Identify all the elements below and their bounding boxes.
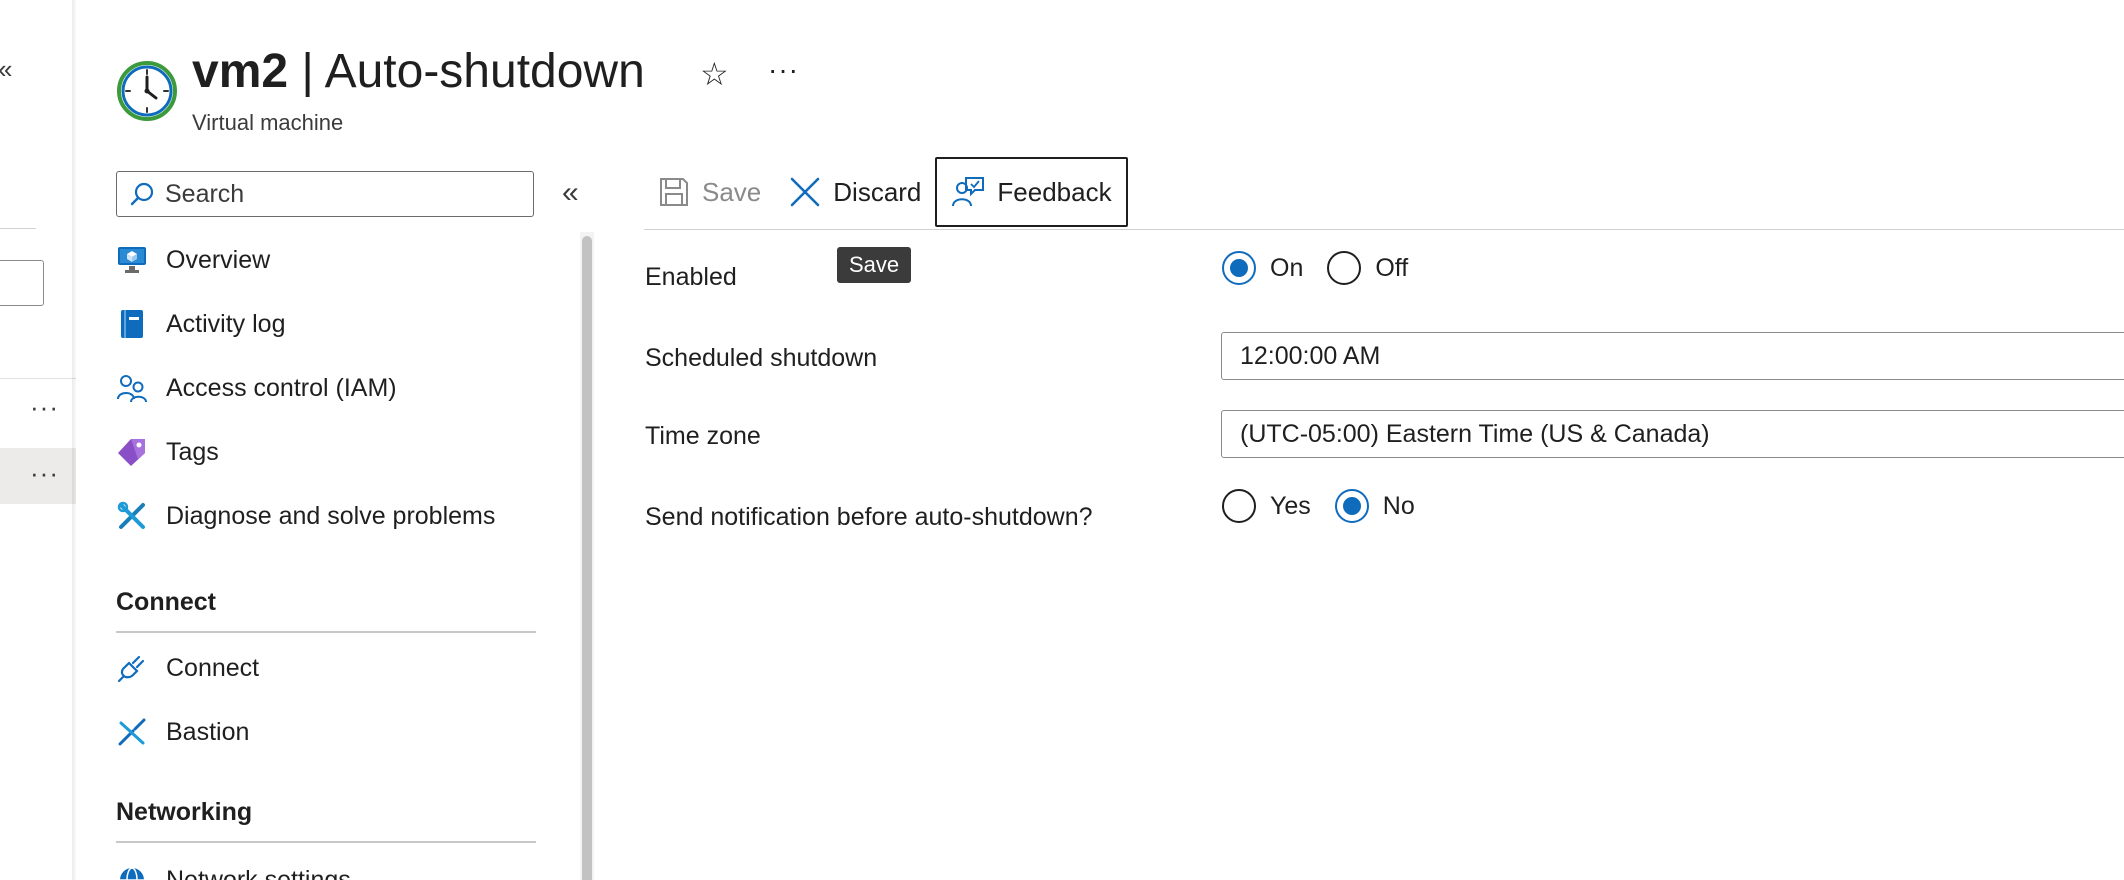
page-name: Auto-shutdown [324, 45, 645, 98]
menu-section-connect: Connect [116, 588, 216, 616]
tag-icon [116, 436, 148, 468]
save-label: Save [702, 176, 762, 207]
menu-item-access-control[interactable]: Access control (IAM) [116, 364, 536, 412]
enabled-off-radio[interactable]: Off [1327, 251, 1408, 285]
menu-item-label: Tags [166, 437, 219, 466]
radio-circle [1327, 251, 1362, 285]
clock-icon [116, 60, 178, 122]
menu-item-label: Network settings [166, 865, 351, 880]
enabled-radio-group: On Off [1222, 251, 1432, 285]
menu-search[interactable] [116, 171, 534, 217]
menu-item-network-settings[interactable]: Network settings [116, 856, 536, 880]
activity-log-book-icon [116, 308, 148, 340]
more-options-button[interactable]: ··· [768, 56, 799, 84]
background-panel: « ··· ··· [0, 0, 76, 880]
menu-item-diagnose[interactable]: Diagnose and solve problems [116, 492, 536, 540]
feedback-button[interactable]: Feedback [935, 157, 1128, 227]
feedback-person-icon [952, 177, 985, 207]
row-more-button[interactable]: ··· [30, 394, 59, 420]
time-zone-label: Time zone [645, 422, 761, 450]
menu-item-overview[interactable]: Overview [116, 236, 536, 284]
enabled-on-radio[interactable]: On [1222, 251, 1303, 285]
scheduled-shutdown-label: Scheduled shutdown [645, 344, 878, 372]
radio-label: Yes [1270, 491, 1311, 520]
menu-item-tags[interactable]: Tags [116, 428, 536, 476]
auto-shutdown-blade: vm2 | Auto-shutdown Virtual machine ☆ ··… [76, 0, 2124, 880]
feedback-label: Feedback [997, 176, 1112, 207]
menu-item-label: Diagnose and solve problems [166, 501, 496, 530]
background-collapse-button[interactable]: « [0, 56, 12, 82]
background-list-row-selected[interactable]: ··· [0, 448, 76, 504]
notification-radio-group: Yes No [1222, 489, 1439, 523]
favorite-star-icon[interactable]: ☆ [700, 58, 729, 90]
menu-item-connect[interactable]: Connect [116, 644, 536, 692]
scheduled-shutdown-field[interactable] [1221, 332, 2124, 380]
title-separator: | [288, 45, 325, 98]
overview-monitor-icon [116, 244, 148, 276]
menu-search-input[interactable] [163, 178, 507, 210]
globe-icon [116, 864, 148, 880]
background-divider [0, 228, 36, 229]
save-button[interactable]: Save [644, 157, 775, 227]
menu-section-divider [116, 841, 536, 843]
radio-circle-checked [1222, 251, 1256, 285]
radio-label: No [1382, 491, 1415, 520]
scheduled-shutdown-input[interactable] [1238, 340, 2124, 372]
time-zone-value[interactable] [1238, 418, 2124, 450]
search-icon [130, 182, 154, 206]
collapse-menu-button[interactable]: « [562, 178, 579, 208]
background-divider [0, 378, 76, 379]
menu-item-label: Connect [166, 653, 260, 682]
menu-item-bastion[interactable]: Bastion [116, 708, 536, 756]
wrench-screwdriver-icon [116, 500, 148, 532]
save-icon [660, 178, 688, 206]
enabled-label: Enabled [645, 263, 737, 291]
command-bar-divider [644, 229, 2124, 230]
resource-name: vm2 [192, 45, 289, 98]
radio-circle-checked [1334, 489, 1369, 523]
notification-no-radio[interactable]: No [1334, 489, 1415, 523]
bastion-icon [116, 716, 148, 748]
radio-label: On [1270, 253, 1304, 282]
radio-label: Off [1375, 253, 1409, 282]
page-title: vm2 | Auto-shutdown [192, 45, 645, 99]
discard-label: Discard [833, 176, 922, 207]
menu-item-label: Access control (IAM) [166, 373, 397, 402]
menu-item-activity-log[interactable]: Activity log [116, 300, 536, 348]
page-subtitle: Virtual machine [192, 110, 344, 135]
time-zone-dropdown[interactable] [1221, 410, 2124, 458]
command-bar: Save Discard Feedback [644, 156, 1128, 228]
save-tooltip: Save [837, 247, 912, 283]
menu-item-label: Bastion [166, 717, 250, 746]
people-icon [116, 372, 148, 404]
radio-circle [1222, 489, 1256, 523]
menu-section-networking: Networking [116, 798, 253, 826]
close-icon [790, 177, 820, 207]
menu-scrollbar-thumb[interactable] [582, 236, 592, 880]
discard-button[interactable]: Discard [775, 157, 935, 227]
plug-icon [116, 652, 148, 684]
background-list-row[interactable]: ··· [0, 382, 76, 438]
portal-screen: « ··· ··· [0, 0, 2124, 880]
menu-item-label: Overview [166, 245, 271, 274]
notification-label: Send notification before auto-shutdown? [645, 503, 1093, 531]
notification-yes-radio[interactable]: Yes [1222, 489, 1311, 523]
row-more-button[interactable]: ··· [30, 460, 59, 486]
menu-item-label: Activity log [166, 309, 286, 338]
menu-section-divider [116, 631, 536, 633]
background-filter-input[interactable] [0, 260, 44, 306]
